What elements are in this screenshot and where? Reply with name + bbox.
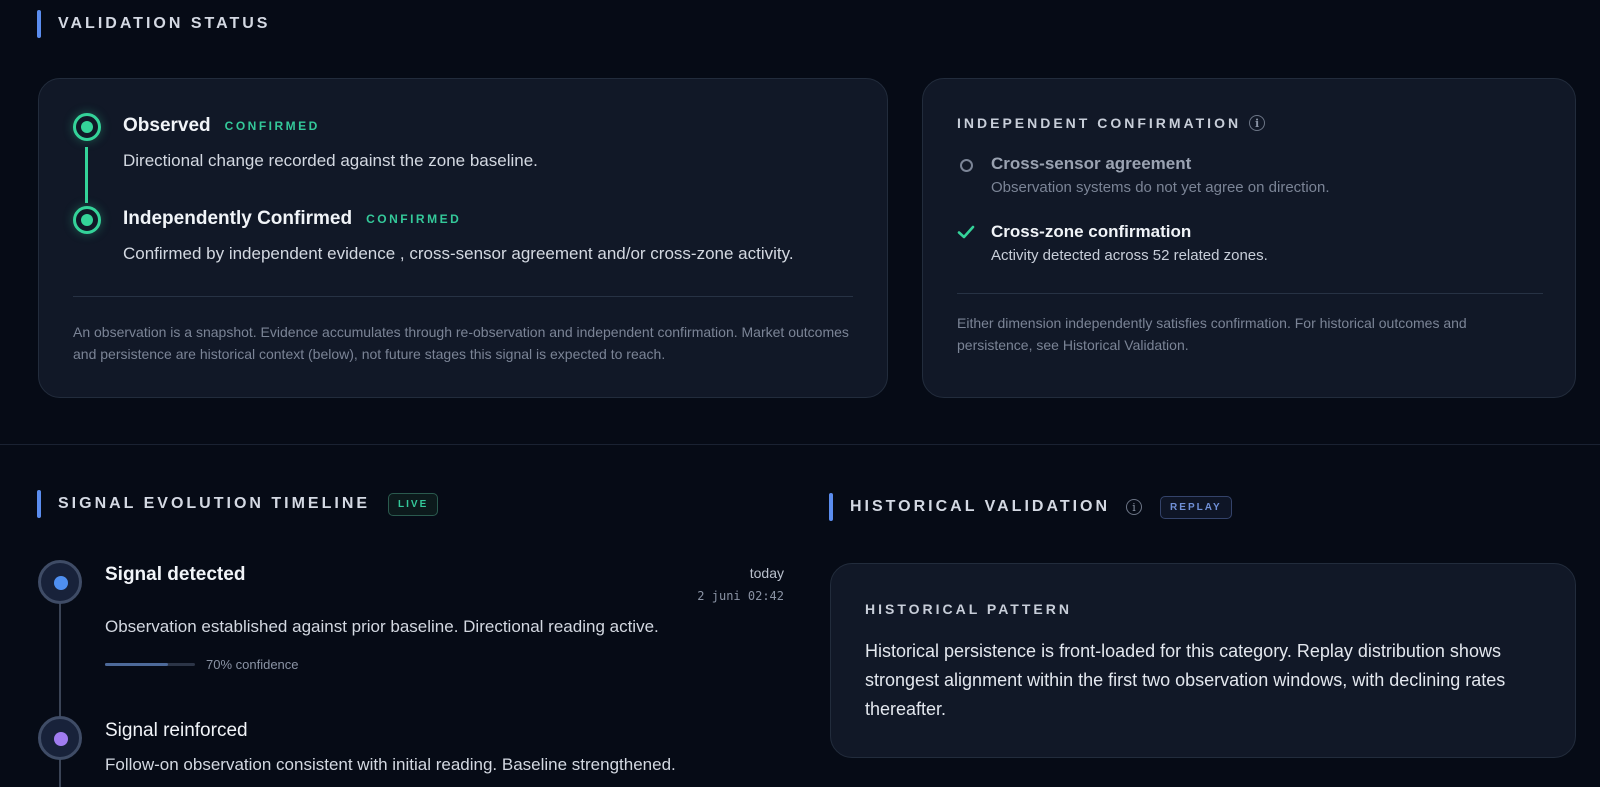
step-confirmed-title: Independently Confirmed CONFIRMED xyxy=(123,208,461,230)
step-observed-title: Observed CONFIRMED xyxy=(123,115,320,137)
info-icon[interactable]: i xyxy=(1249,115,1266,131)
event-reinforced-title: Signal reinforced xyxy=(105,720,248,741)
section-accent-bar xyxy=(829,493,833,521)
timeline-node-detected xyxy=(38,560,82,604)
step-confirmed-description: Confirmed by independent evidence , cros… xyxy=(123,244,794,263)
confirmed-badge: CONFIRMED xyxy=(366,212,462,226)
confidence-label: 70% confidence xyxy=(206,657,299,672)
timeline-dot xyxy=(54,732,68,746)
replay-badge: REPLAY xyxy=(1160,495,1232,519)
cross-zone-description: Activity detected across 52 related zone… xyxy=(991,247,1268,264)
step-title-text: Observed xyxy=(123,115,211,136)
confirmed-badge: CONFIRMED xyxy=(224,119,320,133)
card-title-text: INDEPENDENT CONFIRMATION xyxy=(957,115,1242,131)
check-icon xyxy=(957,225,975,239)
section-separator xyxy=(0,444,1600,445)
live-badge: LIVE xyxy=(388,492,439,516)
historical-pattern-title: HISTORICAL PATTERN xyxy=(865,601,1072,617)
cross-zone-title: Cross-zone confirmation xyxy=(991,222,1192,241)
step-observed-status-icon xyxy=(73,113,101,141)
event-detected-timestamp: 2 juni 02:42 xyxy=(697,589,784,603)
historical-pattern-text: Historical persistence is front-loaded f… xyxy=(865,641,1506,719)
event-detected-description: Observation established against prior ba… xyxy=(105,617,659,636)
event-reinforced-description: Follow-on observation consistent with in… xyxy=(105,755,676,774)
validation-steps-card: Observed CONFIRMED Directional change re… xyxy=(38,78,888,398)
info-icon[interactable]: i xyxy=(1126,499,1143,515)
step-confirmed-status-icon xyxy=(73,206,101,234)
card-divider xyxy=(73,296,853,297)
confirmation-footnote: Either dimension independently satisfies… xyxy=(957,315,1467,353)
independent-confirmation-card: INDEPENDENT CONFIRMATION i Cross-sensor … xyxy=(922,78,1576,398)
timeline-node-reinforced xyxy=(38,716,82,760)
validation-status-header: VALIDATION STATUS xyxy=(37,10,270,38)
timeline-dot xyxy=(54,576,68,590)
section-title: HISTORICAL VALIDATION xyxy=(850,498,1111,515)
confidence-bar xyxy=(105,663,195,666)
section-title: VALIDATION STATUS xyxy=(58,15,271,32)
section-accent-bar xyxy=(37,490,41,518)
pending-circle-icon xyxy=(960,159,973,172)
event-detected-title: Signal detected xyxy=(105,564,246,585)
step-observed-description: Directional change recorded against the … xyxy=(123,151,538,170)
historical-pattern-card: HISTORICAL PATTERN Historical persistenc… xyxy=(830,563,1576,758)
cross-sensor-title: Cross-sensor agreement xyxy=(991,154,1192,173)
section-accent-bar xyxy=(37,10,41,38)
historical-validation-header: HISTORICAL VALIDATION i REPLAY xyxy=(829,493,1232,521)
event-detected-day: today xyxy=(749,565,784,581)
card-divider xyxy=(957,293,1543,294)
step-connector xyxy=(85,147,88,203)
timeline-header: SIGNAL EVOLUTION TIMELINE LIVE xyxy=(37,490,439,518)
step-title-text: Independently Confirmed xyxy=(123,208,353,229)
independent-confirmation-title: INDEPENDENT CONFIRMATION i xyxy=(957,115,1266,131)
validation-footnote: An observation is a snapshot. Evidence a… xyxy=(73,324,849,362)
confidence-bar-fill xyxy=(105,663,168,666)
section-title: SIGNAL EVOLUTION TIMELINE xyxy=(58,495,371,512)
cross-sensor-description: Observation systems do not yet agree on … xyxy=(991,179,1330,196)
